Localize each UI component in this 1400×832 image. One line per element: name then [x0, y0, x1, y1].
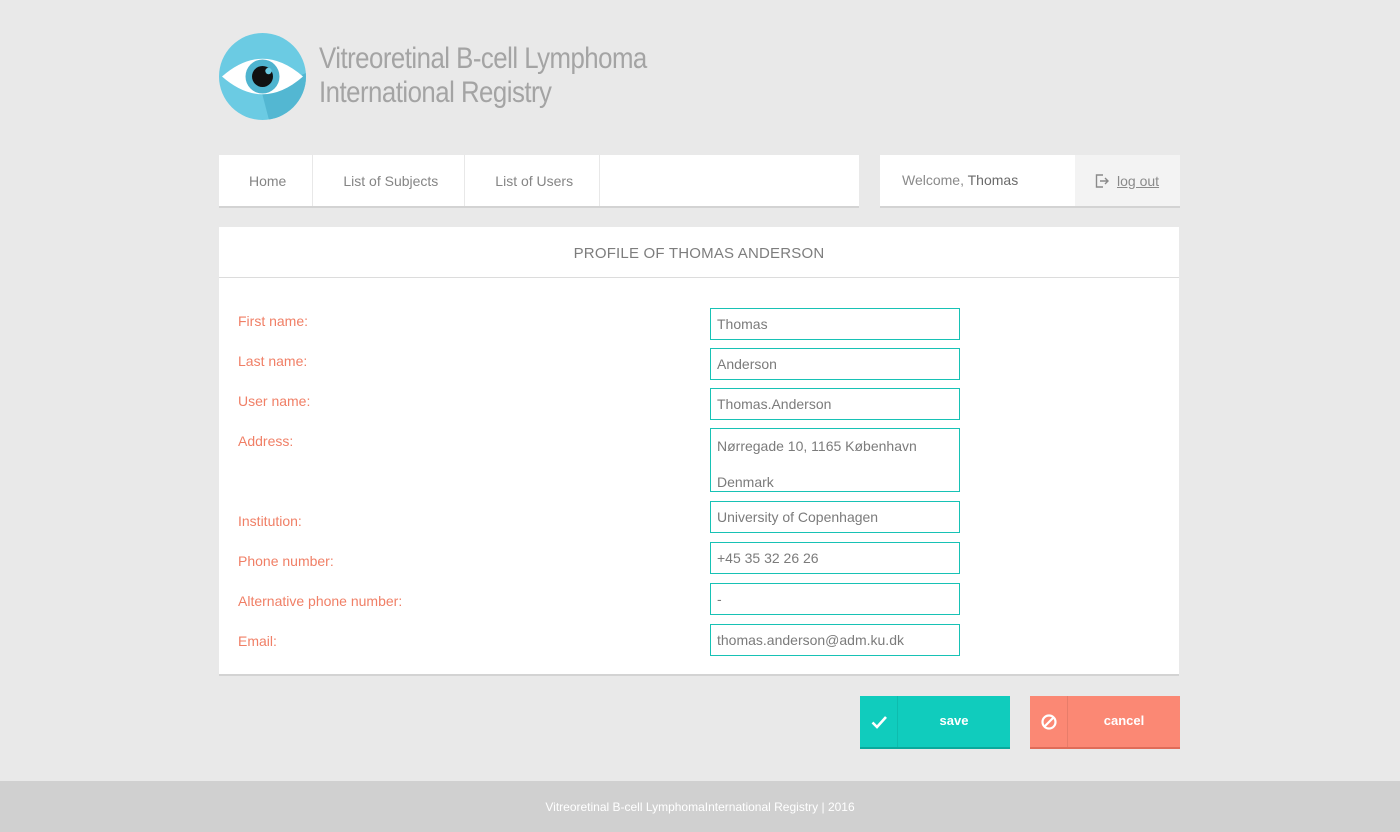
email-label: Email:: [238, 633, 277, 649]
nav-item-home[interactable]: Home: [219, 155, 314, 206]
cancel-button-label: cancel: [1103, 713, 1145, 728]
first-name-label: First name:: [238, 313, 309, 329]
alt-phone-number-field[interactable]: -: [710, 583, 960, 615]
nav-item-list-of-users[interactable]: List of Users: [465, 155, 601, 206]
address-field[interactable]: Nørregade 10, 1165 København Denmark: [710, 428, 960, 492]
site-title-line2: International Registry: [319, 76, 552, 109]
logout-icon: [1095, 173, 1109, 188]
site-title[interactable]: Vitreoretinal B-cell Lymphoma Internatio…: [319, 42, 647, 110]
checkmark-icon: [860, 696, 898, 747]
institution-field[interactable]: University of Copenhagen: [710, 501, 960, 533]
welcome-user-name: Thomas: [967, 172, 1019, 188]
save-button-label: save: [939, 713, 969, 728]
nav-item-list-of-subjects[interactable]: List of Subjects: [313, 155, 466, 206]
user-box: Welcome, Thomas log out: [880, 155, 1180, 206]
eye-logo-icon: [219, 32, 306, 120]
phone-number-field[interactable]: +45 35 32 26 26: [710, 542, 960, 574]
footer: Vitreoretinal B-cell LymphomaInternation…: [0, 781, 1400, 832]
first-name-field[interactable]: Thomas: [710, 308, 960, 340]
welcome-prefix: Welcome,: [902, 172, 968, 188]
footer-text: Vitreoretinal B-cell LymphomaInternation…: [545, 800, 855, 814]
last-name-label: Last name:: [238, 353, 308, 369]
site-header: Vitreoretinal B-cell Lymphoma Internatio…: [219, 32, 700, 120]
welcome-message: Welcome, Thomas: [880, 155, 1075, 206]
last-name-field[interactable]: Anderson: [710, 348, 960, 380]
logout-button[interactable]: log out: [1075, 155, 1180, 206]
site-title-line1: Vitreoretinal B-cell Lymphoma: [319, 42, 647, 75]
save-button[interactable]: save: [860, 696, 1010, 747]
logout-link[interactable]: log out: [1117, 173, 1159, 189]
address-line1: Nørregade 10, 1165 København: [717, 438, 917, 454]
cancel-button[interactable]: cancel: [1030, 696, 1180, 747]
user-name-label: User name:: [238, 393, 311, 409]
profile-title: PROFILE OF THOMAS ANDERSON: [219, 227, 1179, 278]
user-name-field[interactable]: Thomas.Anderson: [710, 388, 960, 420]
main-nav: Home List of Subjects List of Users: [219, 155, 859, 206]
prohibited-icon: [1030, 696, 1068, 747]
alt-phone-number-label: Alternative phone number:: [238, 593, 403, 609]
address-label: Address:: [238, 433, 294, 449]
profile-panel: PROFILE OF THOMAS ANDERSON First name: T…: [219, 227, 1179, 674]
email-field[interactable]: thomas.anderson@adm.ku.dk: [710, 624, 960, 656]
institution-label: Institution:: [238, 513, 302, 529]
phone-number-label: Phone number:: [238, 553, 334, 569]
